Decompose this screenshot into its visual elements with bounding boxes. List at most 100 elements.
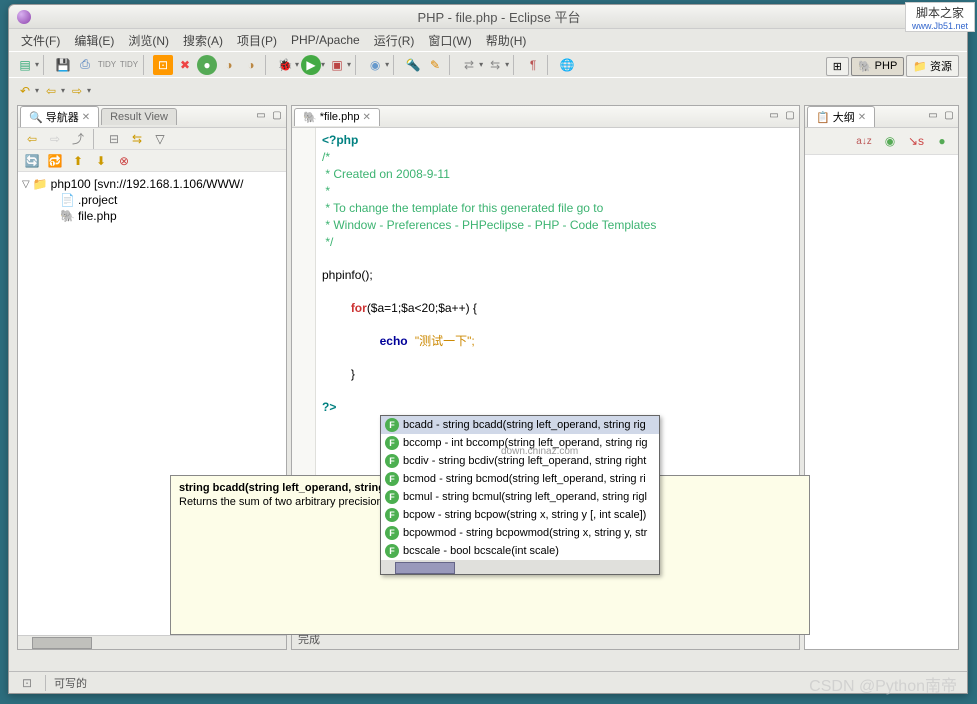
annotate-button[interactable]: ✎ bbox=[425, 55, 445, 75]
menu-window[interactable]: 窗口(W) bbox=[422, 30, 477, 51]
close-icon[interactable]: ✕ bbox=[362, 112, 370, 123]
menu-run[interactable]: 运行(R) bbox=[368, 30, 421, 51]
php-file-icon: 🐘 bbox=[60, 209, 75, 223]
link-editor-icon[interactable]: ⇆ bbox=[127, 129, 147, 149]
saveall-button[interactable]: ⎙ bbox=[75, 55, 95, 75]
ac-item-bcpowmod[interactable]: Fbcpowmod - string bcpowmod(string x, st… bbox=[381, 524, 659, 542]
menu-search[interactable]: 搜索(A) bbox=[177, 30, 229, 51]
menu-phpapache[interactable]: PHP/Apache bbox=[285, 31, 366, 49]
back-button[interactable]: ⇦ bbox=[41, 81, 61, 101]
next-icon[interactable]: ⬇ bbox=[91, 151, 111, 171]
titlebar[interactable]: PHP - file.php - Eclipse 平台 bbox=[9, 5, 967, 29]
tree-project-file[interactable]: 📄 .project bbox=[22, 192, 282, 208]
nav2-button[interactable]: ⇆ bbox=[485, 55, 505, 75]
prev-icon[interactable]: ⬆ bbox=[68, 151, 88, 171]
ac-item-bcmod[interactable]: Fbcmod - string bcmod(string left_operan… bbox=[381, 470, 659, 488]
jb51-watermark: 脚本之家 www.Jb51.net bbox=[905, 2, 975, 32]
minimize-icon[interactable]: ▭ bbox=[767, 110, 781, 124]
globe-button[interactable]: 🌐 bbox=[557, 55, 577, 75]
fastview-icon[interactable]: ⊡ bbox=[17, 673, 37, 693]
view-menu-icon[interactable]: ▽ bbox=[150, 129, 170, 149]
toolbar-2: ↶▾ ⇦▾ ⇨▾ bbox=[9, 77, 967, 103]
refresh-icon[interactable]: 🔄 bbox=[22, 151, 42, 171]
toolbar-1: ▤▾ 💾 ⎙ TIDY TIDY ⊡ ✖ ● ◑ ◑ 🐞▾ ▶▾ ▣▾ ◉▾ 🔦… bbox=[9, 51, 967, 77]
tidy1-button[interactable]: TIDY bbox=[97, 55, 117, 75]
autocomplete-popup[interactable]: Fbcadd - string bcadd(string left_operan… bbox=[380, 415, 660, 575]
function-icon: F bbox=[385, 454, 399, 468]
close-icon[interactable]: ✕ bbox=[858, 112, 866, 123]
php-file-label: file.php bbox=[78, 209, 117, 223]
function-icon: F bbox=[385, 490, 399, 504]
nav-hscroll[interactable] bbox=[18, 635, 286, 649]
folder-icon: 📁 bbox=[33, 177, 48, 191]
window-title: PHP - file.php - Eclipse 平台 bbox=[39, 7, 959, 26]
maximize-icon[interactable]: ▢ bbox=[270, 110, 284, 124]
maximize-icon[interactable]: ▢ bbox=[942, 110, 956, 124]
ac-item-bcscale[interactable]: Fbcscale - bool bcscale(int scale) bbox=[381, 542, 659, 560]
debug-button[interactable]: 🐞 bbox=[275, 55, 295, 75]
tab-result-view[interactable]: Result View bbox=[101, 108, 177, 125]
perspective-bar: ⊞ 🐘 PHP 📁 资源 bbox=[826, 55, 959, 77]
dbg1-button[interactable]: ◑ bbox=[219, 55, 239, 75]
search-button[interactable]: 🔦 bbox=[403, 55, 423, 75]
ac-item-bcadd[interactable]: Fbcadd - string bcadd(string left_operan… bbox=[381, 416, 659, 434]
close-icon[interactable]: ✕ bbox=[82, 112, 90, 123]
outline-panel: 📋 大纲 ✕ ▭ ▢ a↓z ◉ ↘s ● bbox=[804, 105, 959, 650]
ac-item-bcpow[interactable]: Fbcpow - string bcpow(string x, string y… bbox=[381, 506, 659, 524]
show-icon[interactable]: ● bbox=[932, 131, 952, 151]
nav-back-icon[interactable]: ⇦ bbox=[22, 129, 42, 149]
undo-button[interactable]: ↶ bbox=[15, 81, 35, 101]
run-button[interactable]: ▶ bbox=[301, 55, 321, 75]
perspective-resource[interactable]: 📁 资源 bbox=[906, 55, 959, 77]
stop-icon[interactable]: ⊗ bbox=[114, 151, 134, 171]
menu-file[interactable]: 文件(F) bbox=[15, 30, 66, 51]
nav1-button[interactable]: ⇄ bbox=[459, 55, 479, 75]
fwd-button[interactable]: ⇨ bbox=[67, 81, 87, 101]
tab-file-php[interactable]: 🐘 *file.php ✕ bbox=[294, 108, 380, 126]
perspective-php[interactable]: 🐘 PHP bbox=[851, 57, 904, 76]
sort-az-icon[interactable]: a↓z bbox=[854, 131, 874, 151]
outline-body bbox=[805, 155, 958, 649]
nav-up-icon[interactable]: ⤴ bbox=[68, 129, 88, 149]
mysql-button[interactable]: ● bbox=[197, 55, 217, 75]
function-icon: F bbox=[385, 526, 399, 540]
tree-php-file[interactable]: 🐘 file.php bbox=[22, 208, 282, 224]
minimize-icon[interactable]: ▭ bbox=[254, 110, 268, 124]
csdn-watermark: CSDN @Python南帝 bbox=[809, 672, 957, 696]
tidy2-button[interactable]: TIDY bbox=[119, 55, 139, 75]
project-file-label: .project bbox=[78, 193, 117, 207]
collapse-icon[interactable]: ▽ bbox=[22, 179, 30, 190]
collapse-all-icon[interactable]: ⊟ bbox=[104, 129, 124, 149]
menu-edit[interactable]: 编辑(E) bbox=[68, 30, 120, 51]
maximize-icon[interactable]: ▢ bbox=[783, 110, 797, 124]
gutter bbox=[292, 128, 316, 525]
extern-button[interactable]: ▣ bbox=[327, 55, 347, 75]
open-perspective-button[interactable]: ⊞ bbox=[826, 57, 849, 76]
function-icon: F bbox=[385, 544, 399, 558]
menu-project[interactable]: 项目(P) bbox=[231, 30, 283, 51]
save-button[interactable]: 💾 bbox=[53, 55, 73, 75]
tab-outline[interactable]: 📋 大纲 ✕ bbox=[807, 106, 875, 127]
pilcrow-button[interactable]: ¶ bbox=[523, 55, 543, 75]
menu-browse[interactable]: 浏览(N) bbox=[122, 30, 175, 51]
filter-icon[interactable]: ◉ bbox=[880, 131, 900, 151]
refresh2-icon[interactable]: 🔂 bbox=[45, 151, 65, 171]
menu-help[interactable]: 帮助(H) bbox=[480, 30, 533, 51]
dbg2-button[interactable]: ◑ bbox=[241, 55, 261, 75]
newcls-button[interactable]: ◉ bbox=[365, 55, 385, 75]
tab-navigator[interactable]: 🔍 导航器 ✕ bbox=[20, 106, 99, 127]
apache-button[interactable]: ✖ bbox=[175, 55, 195, 75]
ac-item-bcmul[interactable]: Fbcmul - string bcmul(string left_operan… bbox=[381, 488, 659, 506]
hide-icon[interactable]: ↘s bbox=[906, 131, 926, 151]
tree-root[interactable]: ▽ 📁 php100 [svn://192.168.1.106/WWW/ bbox=[22, 176, 282, 192]
navigator-toolbar: ⇦ ⇨ ⤴ ⊟ ⇆ ▽ bbox=[18, 128, 286, 150]
menubar: 文件(F) 编辑(E) 浏览(N) 搜索(A) 项目(P) PHP/Apache… bbox=[9, 29, 967, 51]
nav-fwd-icon[interactable]: ⇨ bbox=[45, 129, 65, 149]
new-button[interactable]: ▤ bbox=[15, 55, 35, 75]
function-icon: F bbox=[385, 436, 399, 450]
svn-toolbar: 🔄 🔂 ⬆ ⬇ ⊗ bbox=[18, 150, 286, 172]
ac-scrollbar-thumb[interactable] bbox=[395, 562, 455, 574]
tree-root-label: php100 [svn://192.168.1.106/WWW/ bbox=[51, 177, 244, 191]
minimize-icon[interactable]: ▭ bbox=[926, 110, 940, 124]
xampp-button[interactable]: ⊡ bbox=[153, 55, 173, 75]
